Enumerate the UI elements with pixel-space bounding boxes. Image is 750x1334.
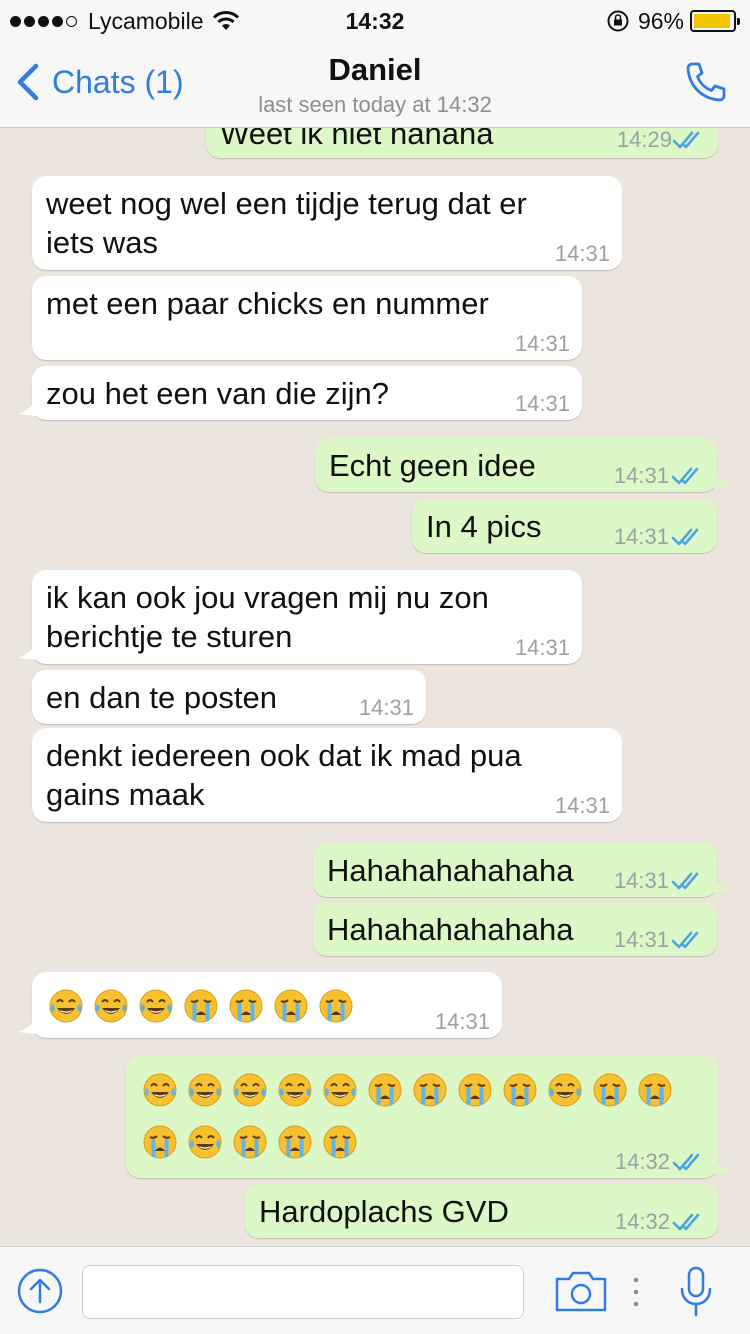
tears-of-joy-emoji-icon	[548, 1073, 582, 1107]
message-input[interactable]	[82, 1265, 524, 1319]
message-text: denkt iedereen ook dat ik mad pua	[46, 738, 522, 773]
outgoing-message-bubble[interactable]: 14:32	[126, 1056, 732, 1178]
top-header: Lycamobile 14:32 96% Chats (1) Daniel la…	[0, 0, 750, 128]
rotation-lock-icon	[607, 10, 629, 32]
message-text: ik kan ook jou vragen mij nu zon	[46, 580, 489, 615]
outgoing-message-bubble[interactable]: Hardoplachs GVD 14:32	[245, 1184, 718, 1238]
contact-name[interactable]: Daniel	[0, 52, 750, 88]
message-text: zou het een van die zijn?	[46, 376, 389, 411]
crying-face-emoji-icon	[229, 989, 263, 1023]
tears-of-joy-emoji-icon	[233, 1073, 267, 1107]
crying-face-emoji-icon	[233, 1125, 267, 1159]
battery-icon	[690, 10, 740, 32]
crying-face-emoji-icon	[413, 1073, 447, 1107]
battery-percent: 96%	[637, 8, 684, 34]
incoming-message-bubble[interactable]: weet nog wel een tijdje terug dat er iets…	[32, 176, 622, 270]
bubble-tail	[714, 1158, 732, 1174]
tears-of-joy-emoji-icon	[143, 1073, 177, 1107]
crying-face-emoji-icon	[368, 1073, 402, 1107]
message-time: 14:29	[616, 127, 672, 152]
message-time: 14:31	[554, 793, 610, 818]
phone-icon[interactable]	[682, 58, 730, 106]
message-time: 14:31	[554, 241, 610, 266]
incoming-message-bubble[interactable]: met een paar chicks en nummer 14:31	[32, 276, 582, 360]
read-receipt-icon	[671, 931, 699, 949]
tears-of-joy-emoji-icon	[188, 1073, 222, 1107]
message-time: 14:31	[613, 927, 669, 952]
incoming-message-bubble[interactable]: denkt iedereen ook dat ik mad pua gains m…	[32, 728, 622, 822]
bubble-tail	[18, 400, 36, 416]
message-text: Hardoplachs GVD	[259, 1194, 509, 1229]
chat-area[interactable]: Weet ik niet hahaha 14:29 weet nog wel een…	[0, 0, 750, 1334]
microphone-icon[interactable]	[676, 1265, 716, 1319]
message-text: Hahahahahahaha	[327, 853, 574, 888]
battery-status: 96%	[606, 8, 740, 34]
message-time: 14:32	[614, 1209, 670, 1234]
crying-face-emoji-icon	[184, 989, 218, 1023]
message-text: berichtje te sturen	[46, 619, 293, 654]
outgoing-message-bubble[interactable]: Echt geen idee 14:31	[315, 438, 731, 492]
bubble-tail	[713, 472, 731, 488]
message-time: 14:31	[613, 463, 669, 488]
crying-face-emoji-icon	[274, 989, 308, 1023]
tears-of-joy-emoji-icon	[323, 1073, 357, 1107]
bubble-tail	[18, 644, 36, 660]
message-text: en dan te posten	[46, 680, 277, 715]
bubble-tail	[713, 877, 731, 893]
last-seen: last seen today at 14:32	[258, 92, 492, 117]
bubble-tail	[18, 1018, 36, 1034]
incoming-message-bubble[interactable]: ik kan ook jou vragen mij nu zon berichtj…	[18, 570, 582, 664]
read-receipt-icon	[671, 528, 699, 546]
composer-bar	[0, 1246, 750, 1334]
message-text: Echt geen idee	[329, 448, 536, 483]
tears-of-joy-emoji-icon	[188, 1125, 222, 1159]
message-text: iets was	[46, 225, 158, 260]
message-text: In 4 pics	[426, 509, 542, 544]
outgoing-message-bubble[interactable]: Hahahahahahaha 14:31	[313, 902, 717, 956]
crying-face-emoji-icon	[593, 1073, 627, 1107]
read-receipt-icon	[672, 1213, 700, 1231]
incoming-message-bubble[interactable]: en dan te posten 14:31	[32, 670, 426, 724]
read-receipt-icon	[672, 1153, 700, 1171]
outgoing-message-bubble[interactable]: Hahahahahahaha 14:31	[313, 843, 731, 897]
crying-face-emoji-icon	[323, 1125, 357, 1159]
message-time: 14:31	[514, 331, 570, 356]
message-time: 14:31	[613, 524, 669, 549]
crying-face-emoji-icon	[458, 1073, 492, 1107]
message-text: gains maak	[46, 777, 205, 812]
read-receipt-icon	[672, 131, 700, 149]
vertical-dots-icon[interactable]	[630, 1275, 642, 1309]
tears-of-joy-emoji-icon	[94, 989, 128, 1023]
message-time: 14:31	[514, 391, 570, 416]
incoming-message-bubble[interactable]: zou het een van die zijn? 14:31	[18, 366, 582, 420]
arrow-up-circle-icon[interactable]	[16, 1267, 64, 1315]
tears-of-joy-emoji-icon	[278, 1073, 312, 1107]
message-time: 14:31	[613, 868, 669, 893]
crying-face-emoji-icon	[503, 1073, 537, 1107]
crying-face-emoji-icon	[278, 1125, 312, 1159]
message-text: met een paar chicks en nummer	[46, 286, 489, 321]
read-receipt-icon	[671, 872, 699, 890]
crying-face-emoji-icon	[638, 1073, 672, 1107]
camera-icon[interactable]	[554, 1269, 608, 1313]
tears-of-joy-emoji-icon	[49, 989, 83, 1023]
message-text: Hahahahahahaha	[327, 912, 574, 947]
message-text: weet nog wel een tijdje terug dat er	[46, 186, 527, 221]
crying-face-emoji-icon	[143, 1125, 177, 1159]
crying-face-emoji-icon	[319, 989, 353, 1023]
message-time: 14:31	[514, 635, 570, 660]
outgoing-message-bubble[interactable]: In 4 pics 14:31	[412, 499, 717, 553]
message-time: 14:31	[358, 695, 414, 720]
message-time: 14:31	[434, 1009, 490, 1034]
incoming-message-bubble[interactable]: 14:31	[18, 972, 502, 1038]
message-time: 14:32	[614, 1149, 670, 1174]
tears-of-joy-emoji-icon	[139, 989, 173, 1023]
read-receipt-icon	[671, 467, 699, 485]
